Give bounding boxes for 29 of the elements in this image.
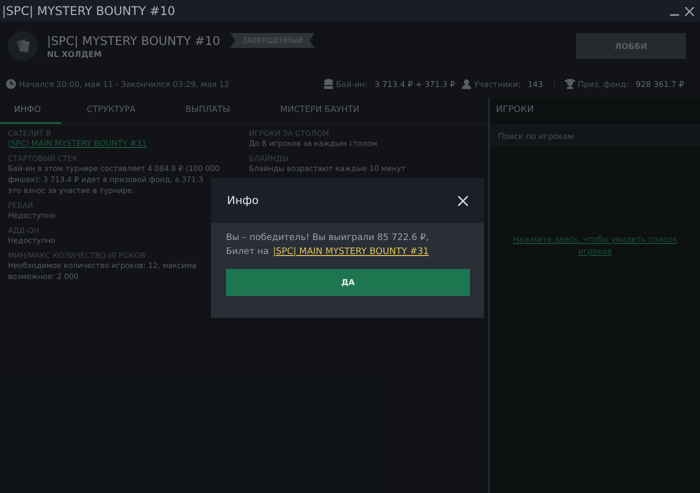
info-label: Приз. фонд: bbox=[578, 80, 629, 88]
dialog-message: Вы – победитель! Вы выиграли 85 722.6 ₽, bbox=[226, 232, 430, 245]
close-icon[interactable] bbox=[685, 6, 694, 16]
dialog-title: Инфо bbox=[227, 194, 259, 207]
cards-logo-icon bbox=[8, 31, 38, 61]
tab[interactable]: ИНФО bbox=[0, 98, 61, 124]
person-icon bbox=[462, 79, 471, 89]
trophy-icon bbox=[564, 79, 575, 89]
search-field[interactable]: Поиск по игрокам bbox=[490, 126, 700, 146]
tab[interactable]: СТРУКТУРА bbox=[74, 98, 160, 124]
tournament-title: |SPC| MYSTERY BOUNTY #10 bbox=[47, 34, 220, 48]
info-label: Бай-ин: bbox=[336, 80, 368, 88]
coin-stack-icon bbox=[324, 79, 333, 89]
game-type: NL ХОЛДЕМ bbox=[47, 50, 103, 59]
show-players-link[interactable]: Нажмите здесь, чтобы увидеть список игроков bbox=[502, 234, 688, 258]
tab[interactable]: ВЫПЛАТЫ bbox=[174, 98, 254, 124]
info-label: Участники: bbox=[474, 80, 521, 88]
close-icon[interactable] bbox=[458, 196, 468, 206]
ticket-label: Билет на bbox=[226, 246, 269, 259]
tab[interactable]: МИСТЕРИ БАУНТИ bbox=[268, 98, 384, 124]
clock-icon bbox=[6, 79, 16, 89]
info-value: 3 713.4 ₽ + 371.3 ₽ bbox=[374, 80, 456, 88]
window-title: |SPC| MYSTERY BOUNTY #10 bbox=[2, 4, 176, 18]
info-label: Начался 20:00, мая 11 - Закончился 03:29, мая 12 bbox=[19, 80, 230, 88]
info-value: 143 bbox=[528, 80, 543, 88]
confirm-button[interactable]: ДА bbox=[226, 269, 470, 296]
info-value: 928 361.7 ₽ bbox=[636, 80, 684, 88]
tournament-link[interactable]: |SPC| MAIN MYSTERY BOUNTY #31 bbox=[8, 138, 147, 149]
ticket-link[interactable]: |SPC| MAIN MYSTERY BOUNTY #31 bbox=[272, 245, 429, 259]
